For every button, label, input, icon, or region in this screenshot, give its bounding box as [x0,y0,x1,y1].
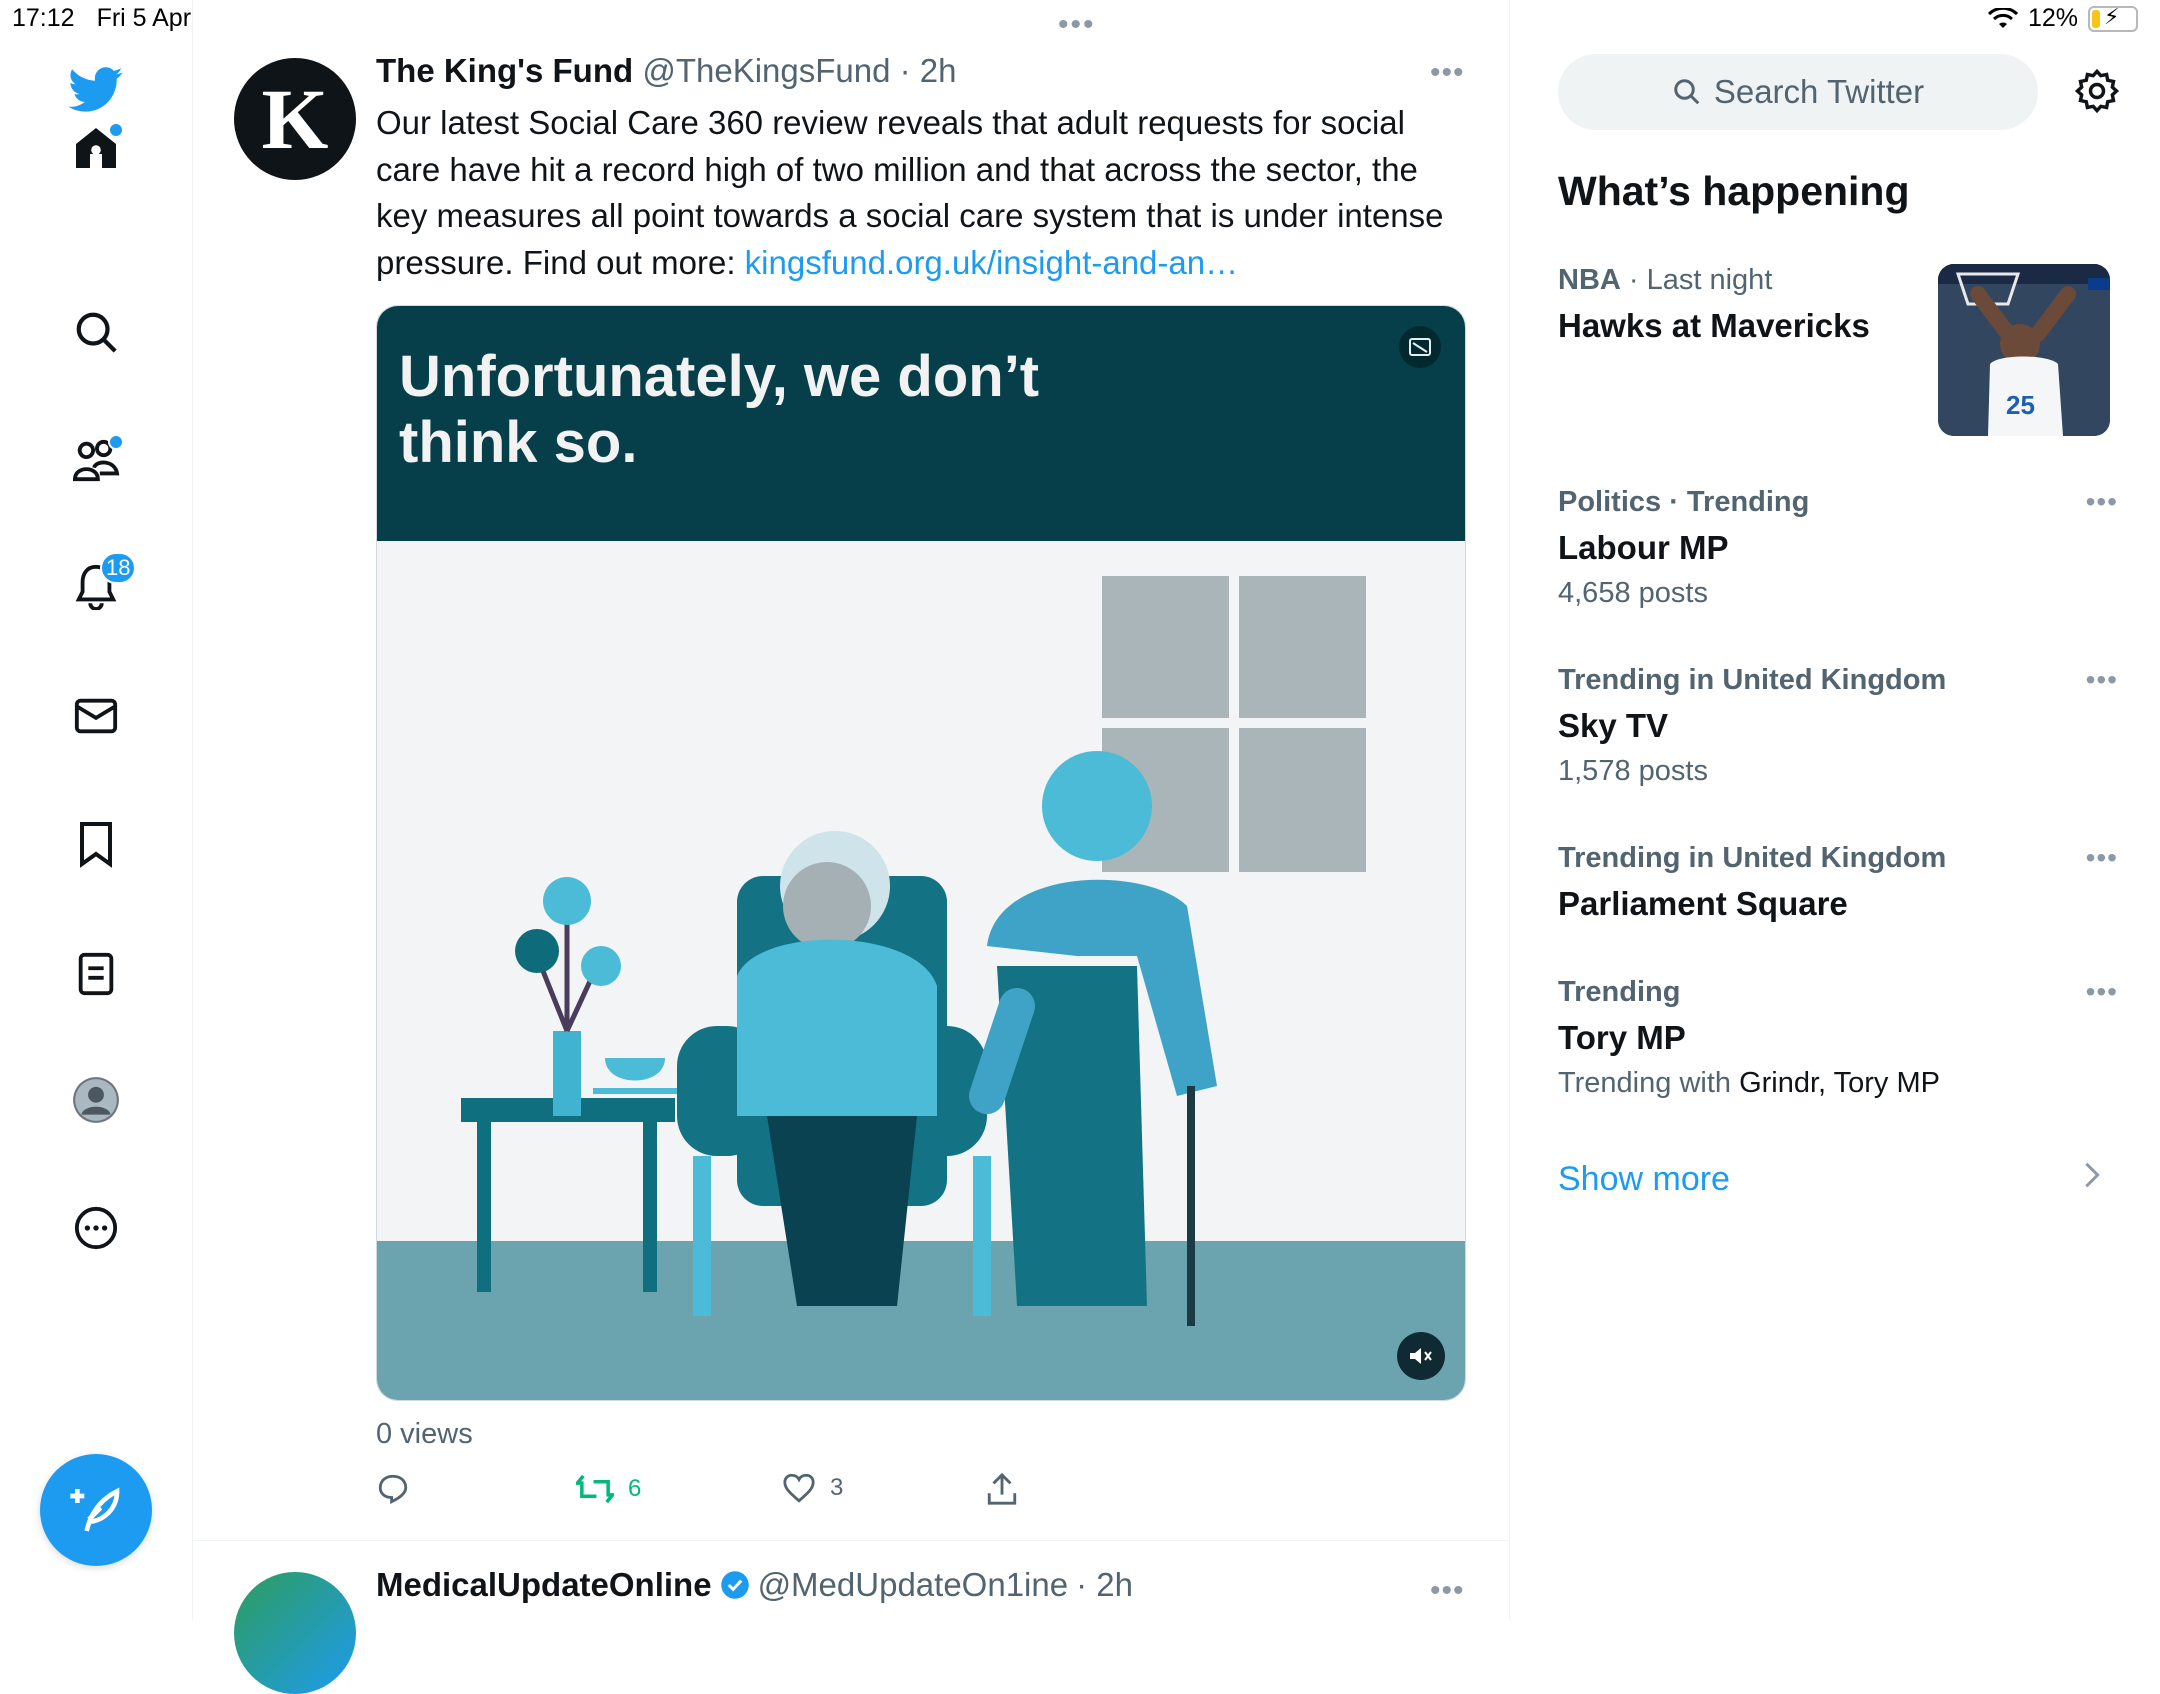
show-more-link[interactable]: Show more [1558,1160,1730,1199]
communities-unread-dot [108,434,124,450]
basketball-photo: 25 [1938,264,2110,436]
wifi-icon [1987,7,2018,28]
tweet2-author-handle[interactable]: @MedUpdateOn1ine [758,1566,1069,1604]
trend-more-button[interactable]: ••• [2086,664,2118,696]
share-icon [987,1472,1017,1505]
whats-happening-heading: What’s happening [1558,168,1910,214]
trend-related-terms: Grindr, Tory MP [1739,1067,1940,1099]
trend-item[interactable]: Politics · Trending Labour MP 4,658 post… [1558,486,2118,610]
tweet2-author-name[interactable]: MedicalUpdateOnline [376,1566,712,1604]
search-placeholder: Search Twitter [1713,73,1925,110]
trend-category: Trending in United Kingdom [1558,664,1947,696]
retweet-count: 6 [628,1475,642,1502]
search-icon [1674,79,1700,105]
tweet-time: · 2h [899,52,957,89]
trend-title: Sky TV [1558,707,1669,744]
tweet-media-video[interactable]: Unfortunately, we don’t think so. [376,305,1466,1401]
search-box[interactable]: Search Twitter [1558,54,2038,130]
trend-title: Labour MP [1558,529,1729,566]
tweet2-more-button[interactable]: ••• [1430,1574,1465,1608]
tweet-header: The King's Fund @TheKingsFund · 2h [376,52,957,90]
tweet-avatar[interactable]: K [234,58,356,180]
svg-text:25: 25 [2006,390,2035,420]
retweet-button[interactable]: 6 [576,1472,641,1506]
media-caption: Unfortunately, we don’t think so. [399,344,1039,476]
trend-item[interactable]: Trending in United Kingdom Sky TV 1,578 … [1558,664,2118,788]
trend-more-button[interactable]: ••• [2086,976,2118,1008]
settings-gear-button[interactable] [2074,68,2120,119]
messages-icon[interactable] [66,686,126,746]
multitask-grabber[interactable]: ••• [1058,8,1096,42]
media-caption-band: Unfortunately, we don’t think so. [377,306,1465,541]
trend-more-button[interactable]: ••• [2086,842,2118,874]
trend-item[interactable]: Trending in United Kingdom Parliament Sq… [1558,842,2118,923]
like-count: 3 [830,1474,844,1501]
status-bar-right: 12% ⚡ [1987,4,2138,33]
media-caption-line1: Unfortunately, we don’t [399,344,1040,409]
heart-icon [783,1473,815,1503]
lists-icon[interactable] [66,944,126,1004]
reply-icon [378,1474,408,1505]
tweet-views: 0 views [376,1418,473,1450]
trend-more-button[interactable]: ••• [2086,486,2118,518]
trend-category: Trending in United Kingdom [1558,842,1947,874]
tweet-author-name[interactable]: The King's Fund [376,52,633,89]
home-unread-dot [108,122,124,138]
notifications-badge: 18 [100,552,137,584]
verified-badge-icon [720,1571,749,1599]
retweet-icon [576,1474,614,1504]
trend-category: Politics · Trending [1558,486,1810,518]
home-icon[interactable] [66,118,126,178]
tweet2-avatar[interactable] [234,1572,356,1694]
trend-category: Trending [1558,976,1681,1008]
twitter-bird-icon[interactable] [66,60,126,120]
compose-tweet-button[interactable] [40,1454,152,1566]
chevron-right-icon [2082,1160,2102,1198]
tweet-more-button[interactable]: ••• [1430,56,1465,90]
trend-post-count: 4,658 posts [1558,577,1708,609]
tweet-divider [193,1540,1509,1541]
tweet-text: Our latest Social Care 360 review reveal… [376,100,1456,286]
reply-button[interactable] [376,1472,410,1506]
mute-icon[interactable] [1397,1332,1445,1380]
trend-item[interactable]: Trending Tory MP Trending with Grindr, T… [1558,976,2118,1100]
tweet-link[interactable]: kingsfund.org.uk/insight-and-an… [745,244,1238,281]
trend-post-count: 1,578 posts [1558,755,1708,787]
captions-icon[interactable] [1399,326,1441,368]
communities-icon[interactable] [66,430,126,490]
notifications-icon[interactable]: 18 [66,552,137,616]
more-icon[interactable] [66,1198,126,1258]
share-button[interactable] [986,1472,1018,1506]
profile-icon[interactable] [66,1070,126,1130]
tweet2-header: MedicalUpdateOnline @MedUpdateOn1ine · 2… [376,1566,1133,1604]
media-caption-line2: think so. [399,410,638,475]
bookmarks-icon[interactable] [66,814,126,874]
compose-feather-icon [70,1487,120,1532]
tweet-author-handle[interactable]: @TheKingsFund [642,52,890,89]
tweet2-time: · 2h [1076,1566,1133,1603]
trend-title: Tory MP [1558,1019,1686,1056]
trend-related-prefix: Trending with [1558,1067,1740,1099]
battery-percent: 12% [2027,4,2078,32]
gear-icon [2074,68,2120,114]
trend-thumbnail[interactable]: 25 [1938,264,2110,436]
search-icon[interactable] [66,302,126,362]
trend-related: Trending with Grindr, Tory MP [1558,1067,2118,1100]
tweet-actions: 6 3 [376,1472,1176,1516]
battery-icon: ⚡ [2088,4,2138,32]
like-button[interactable]: 3 [782,1472,843,1504]
trend-title: Parliament Square [1558,885,1848,922]
trend-category-meta: · Last night [1620,264,1773,296]
trend-category: NBA [1558,264,1621,296]
left-nav: 18 [0,0,193,1620]
